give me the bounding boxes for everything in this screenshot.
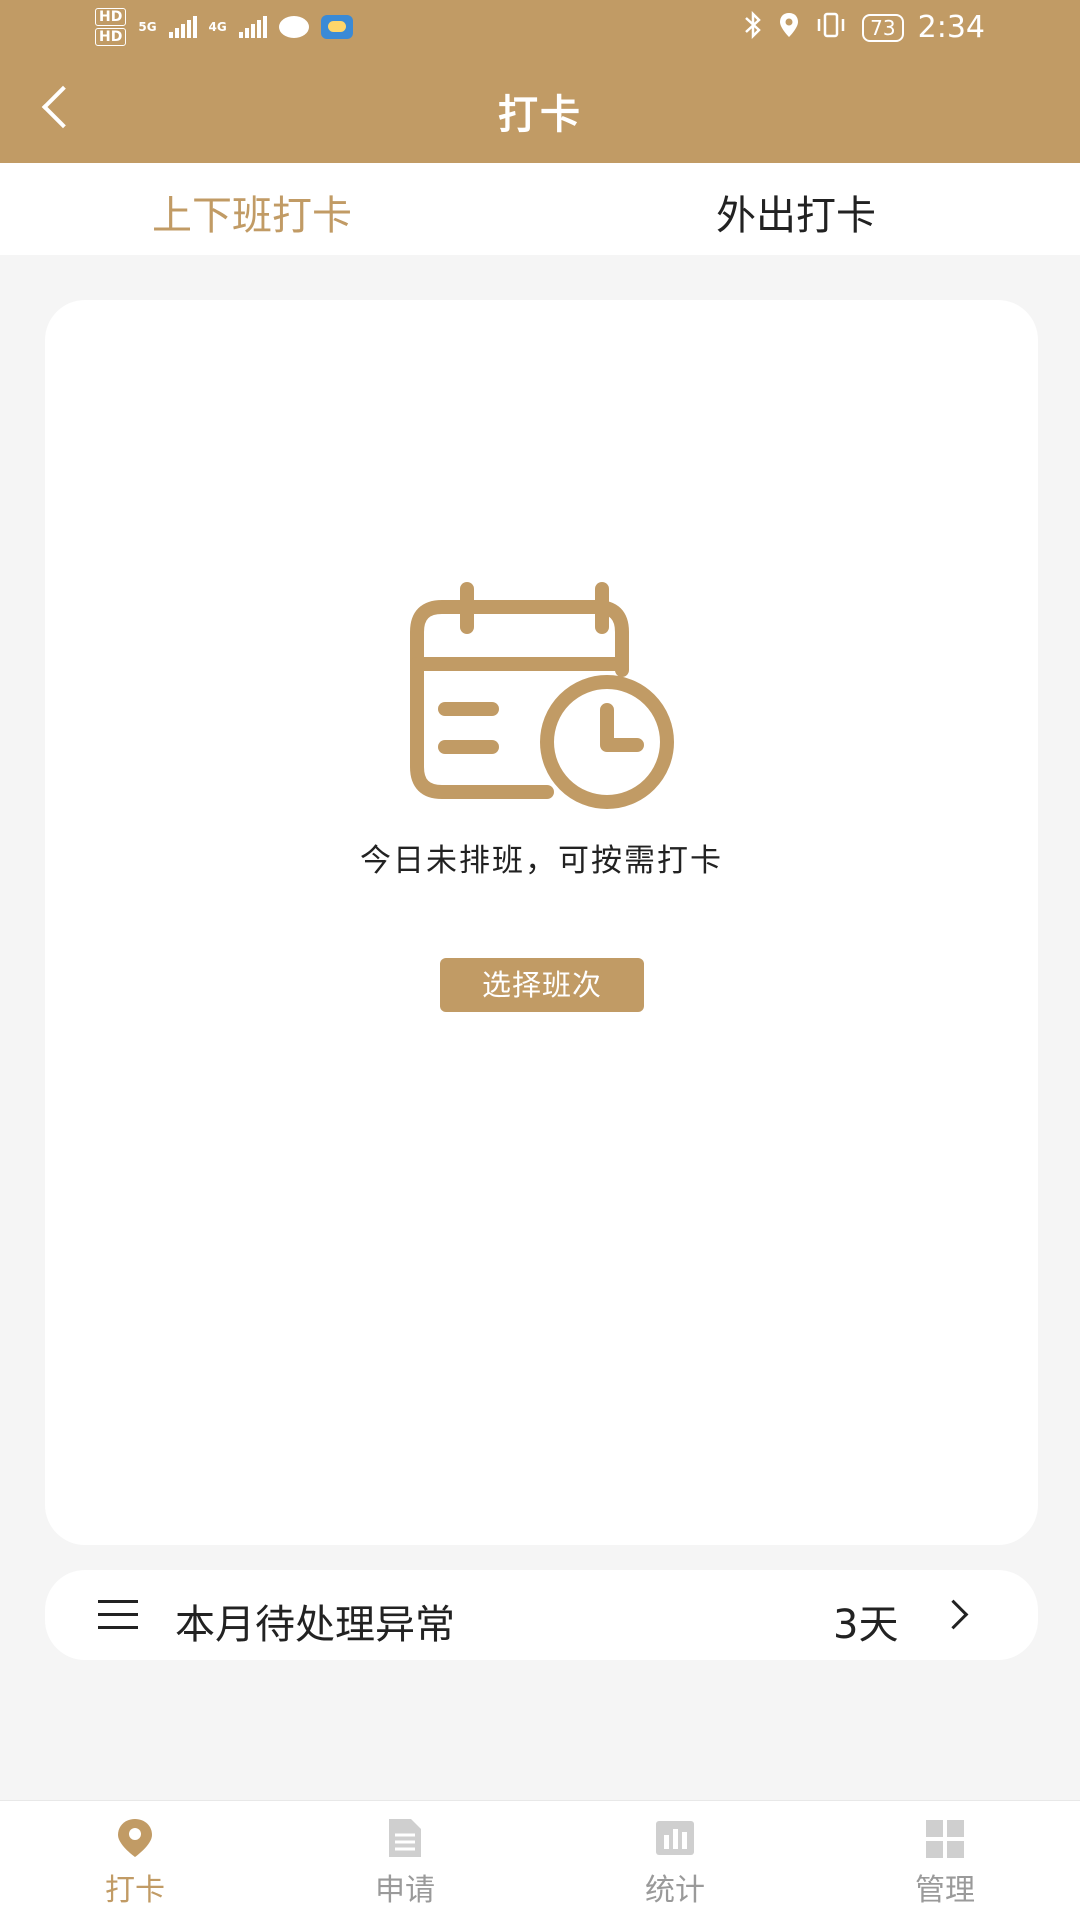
status-time: 2:34	[917, 10, 985, 45]
list-icon	[98, 1600, 138, 1630]
hd-indicators: HD HD	[95, 8, 127, 46]
tab-bar: 上下班打卡 外出打卡	[0, 163, 1080, 255]
network-4g-label: 4G	[208, 20, 227, 34]
status-left: HD HD 5G 4G	[95, 8, 353, 46]
weather-icon	[320, 15, 353, 39]
bar-chart-icon	[656, 1821, 694, 1855]
status-right: 73 2:34	[742, 10, 985, 45]
location-pin-icon	[118, 1819, 152, 1857]
nav-label: 申请	[375, 1873, 435, 1908]
nav-item-manage[interactable]: 管理	[810, 1801, 1080, 1921]
nav-label: 统计	[645, 1873, 705, 1908]
tab-field-check-in[interactable]: 外出打卡	[716, 183, 876, 241]
app-header: HD HD 5G 4G 73 2:34 打卡	[0, 0, 1080, 163]
nav-label: 管理	[915, 1873, 975, 1908]
tab-commute-check-in[interactable]: 上下班打卡	[152, 183, 352, 241]
anomaly-label: 本月待处理异常	[175, 1602, 455, 1648]
bottom-nav: 打卡 申请 统计 管理	[0, 1800, 1080, 1921]
document-icon	[389, 1819, 421, 1857]
monthly-anomaly-row[interactable]: 本月待处理异常 3天	[45, 1570, 1038, 1660]
status-bar: HD HD 5G 4G 73 2:34	[0, 0, 1080, 60]
location-icon	[778, 11, 800, 45]
no-schedule-message: 今日未排班，可按需打卡	[360, 843, 723, 879]
hd-badge-2: HD	[95, 28, 127, 46]
calendar-clock-icon	[397, 582, 687, 812]
page-title: 打卡	[498, 92, 582, 138]
grid-icon	[926, 1820, 964, 1858]
schedule-card: 今日未排班，可按需打卡 选择班次	[45, 300, 1038, 1545]
anomaly-count: 3天	[833, 1602, 899, 1648]
nav-label: 打卡	[105, 1873, 165, 1908]
signal-icon	[168, 16, 197, 38]
network-5g-label: 5G	[138, 20, 157, 34]
bluetooth-icon	[742, 10, 764, 45]
nav-item-check-in[interactable]: 打卡	[0, 1801, 270, 1921]
nav-item-statistics[interactable]: 统计	[540, 1801, 810, 1921]
battery-indicator: 73	[862, 13, 904, 42]
chevron-right-icon	[938, 1599, 969, 1630]
message-icon	[278, 16, 309, 38]
nav-item-apply[interactable]: 申请	[270, 1801, 540, 1921]
select-shift-button[interactable]: 选择班次	[440, 958, 644, 1012]
vibrate-icon	[814, 11, 848, 45]
hd-badge-1: HD	[95, 8, 127, 26]
signal-icon	[238, 16, 267, 38]
